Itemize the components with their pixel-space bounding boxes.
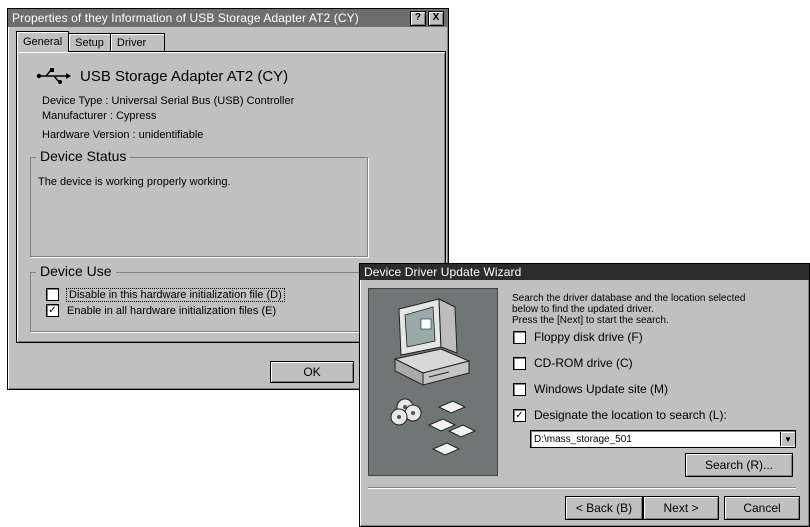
manufacturer: Manufacturer : Cypress: [42, 110, 157, 122]
device-use-legend: Device Use: [36, 263, 116, 279]
location-value: D:\mass_storage_501: [534, 433, 632, 445]
properties-tabs: General Setup Driver: [16, 31, 166, 52]
wizard-intro-line-3: Press the [Next] to start the search.: [512, 315, 669, 326]
windows-update-checkbox[interactable]: [513, 382, 526, 396]
chevron-down-icon[interactable]: ▼: [780, 432, 795, 446]
wizard-intro-line-1: Search the driver database and the locat…: [512, 293, 746, 304]
device-type: Device Type : Universal Serial Bus (USB)…: [42, 95, 295, 107]
back-button[interactable]: < Back (B): [565, 496, 643, 520]
floppy-checkbox[interactable]: [513, 330, 526, 344]
computer-with-discs-icon: [390, 298, 477, 456]
location-combo[interactable]: D:\mass_storage_501 ▼: [530, 430, 796, 448]
wizard-titlebar[interactable]: Device Driver Update Wizard: [360, 264, 809, 280]
cdrom-option-row[interactable]: CD-ROM drive (C): [513, 356, 633, 370]
designate-location-label: Designate the location to search (L):: [534, 408, 727, 422]
device-name: USB Storage Adapter AT2 (CY): [80, 68, 289, 85]
wizard-illustration: [368, 288, 498, 476]
designate-location-checkbox[interactable]: ✓: [513, 408, 526, 422]
device-status-text: The device is working properly working.: [38, 176, 231, 188]
tab-setup[interactable]: Setup: [68, 33, 111, 52]
windows-update-option-row[interactable]: Windows Update site (M): [513, 382, 668, 396]
disable-checkbox[interactable]: [46, 288, 59, 301]
help-button[interactable]: ?: [410, 10, 426, 26]
disable-label: Disable in this hardware initialization …: [66, 287, 285, 302]
floppy-option-row[interactable]: Floppy disk drive (F): [513, 330, 643, 344]
next-button[interactable]: Next >: [643, 496, 719, 520]
wizard-title: Device Driver Update Wizard: [364, 265, 522, 279]
close-button[interactable]: X: [428, 10, 444, 26]
usb-icon: [36, 68, 71, 84]
cdrom-checkbox[interactable]: [513, 356, 526, 370]
hardware-version: Hardware Version : unidentifiable: [42, 129, 204, 141]
wizard-separator: [368, 487, 796, 489]
device-status-legend: Device Status: [36, 148, 131, 164]
enable-label: Enable in all hardware initialization fi…: [67, 304, 277, 317]
ok-button[interactable]: OK: [270, 361, 354, 383]
disable-checkbox-row[interactable]: Disable in this hardware initialization …: [46, 287, 285, 302]
cancel-button[interactable]: Cancel: [724, 496, 800, 520]
properties-title: Properties of they Information of USB St…: [12, 11, 359, 25]
device-status-group: [30, 157, 368, 257]
properties-titlebar[interactable]: Properties of they Information of USB St…: [8, 9, 448, 27]
windows-update-label: Windows Update site (M): [534, 382, 669, 396]
wizard-intro-line-2: below to find the updated driver.: [512, 304, 654, 315]
enable-checkbox[interactable]: ✓: [46, 304, 59, 317]
tab-general[interactable]: General: [16, 31, 70, 52]
designate-location-option-row[interactable]: ✓ Designate the location to search (L):: [513, 408, 727, 422]
enable-checkbox-row[interactable]: ✓ Enable in all hardware initialization …: [46, 304, 276, 317]
floppy-label: Floppy disk drive (F): [534, 330, 643, 344]
search-button[interactable]: Search (R)...: [685, 453, 793, 477]
cdrom-label: CD-ROM drive (C): [534, 356, 633, 370]
tab-driver[interactable]: Driver: [109, 33, 166, 52]
device-use-group: [30, 272, 368, 332]
